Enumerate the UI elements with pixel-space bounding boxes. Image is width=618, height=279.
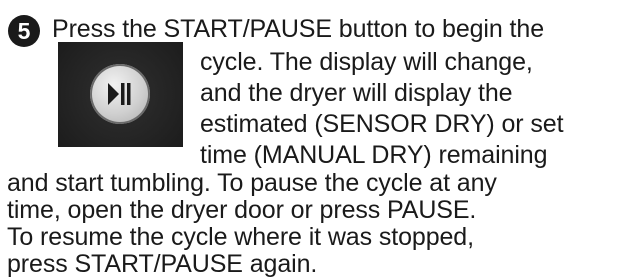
step-number-badge: 5 <box>8 15 40 47</box>
instruction-line-5: time (MANUAL DRY) remaining <box>200 141 548 169</box>
start-pause-button-illustration <box>58 42 183 147</box>
instruction-line-4: estimated (SENSOR DRY) or set <box>200 110 564 138</box>
instruction-line-1: Press the START/PAUSE button to begin th… <box>52 15 544 43</box>
instruction-line-8: To resume the cycle where it was stopped… <box>7 223 474 251</box>
instruction-line-3: and the dryer will display the <box>200 79 513 107</box>
play-pause-icon <box>108 83 131 105</box>
instruction-line-6: and start tumbling. To pause the cycle a… <box>7 169 497 197</box>
instruction-line-9: press START/PAUSE again. <box>7 250 318 278</box>
instruction-line-7: time, open the dryer door or press PAUSE… <box>7 196 477 224</box>
instruction-line-2: cycle. The display will change, <box>200 48 533 76</box>
